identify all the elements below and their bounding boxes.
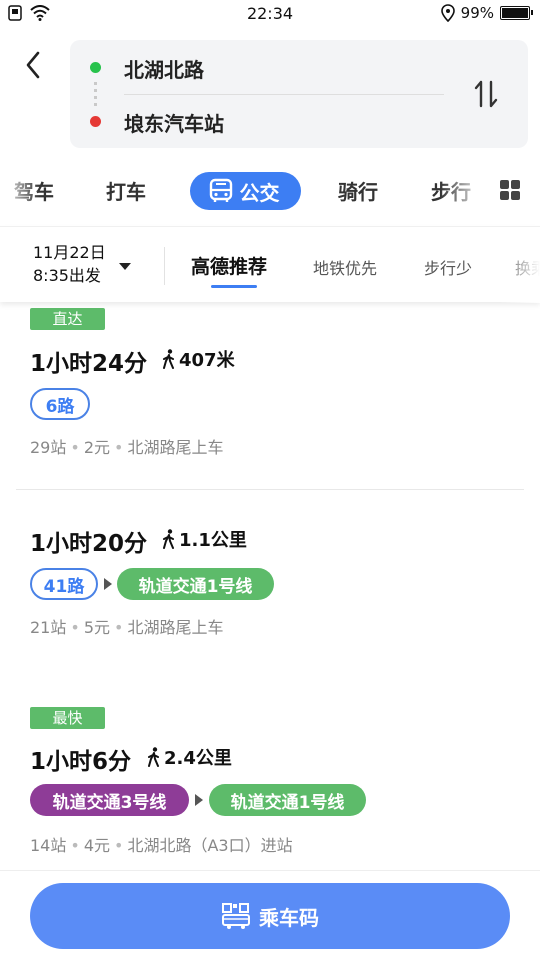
transfer-arrow-icon xyxy=(104,578,112,590)
filter-bar: 11月22日 8:35出发 高德推荐 地铁优先 步行少 换乘 xyxy=(0,226,540,303)
bottom-bar: 乘车码 xyxy=(0,870,540,960)
destination-dot xyxy=(90,116,101,127)
filter-tab-transfer[interactable]: 换乘 xyxy=(515,255,540,279)
route-board: 北湖路尾上车 xyxy=(127,618,224,637)
destination-field[interactable]: 埌东汽车站 xyxy=(124,108,224,137)
caret-down-icon xyxy=(119,263,131,270)
route-duration: 1小时20分 xyxy=(30,531,148,557)
back-icon[interactable] xyxy=(20,48,48,82)
location-icon xyxy=(440,4,455,22)
route-card-1[interactable]: 直达 1小时24分 407米 6路 29站 • 2元 • 北湖路尾上车 xyxy=(0,306,540,486)
travel-mode-tabs: 驾车 打车 公交 骑行 步行 xyxy=(0,166,540,216)
filter-tab-recommended[interactable]: 高德推荐 xyxy=(191,252,267,279)
origin-dot xyxy=(90,62,101,73)
battery-level xyxy=(502,8,528,18)
route-duration: 1小时6分 xyxy=(30,749,132,775)
active-tab-underline xyxy=(211,285,257,288)
battery-percent: 99% xyxy=(460,4,494,22)
walk-distance: 1.1公里 xyxy=(179,530,247,551)
route-connector xyxy=(94,82,97,106)
status-right: 99% xyxy=(440,4,533,22)
departure-time-picker[interactable]: 11月22日 8:35出发 xyxy=(33,241,106,287)
departure-date: 11月22日 xyxy=(33,243,106,262)
tab-bus[interactable]: 公交 xyxy=(190,172,301,210)
route-tag: 最快 xyxy=(30,707,105,729)
route-divider-line xyxy=(16,489,524,490)
origin-field[interactable]: 北湖北路 xyxy=(124,54,204,83)
route-tag: 直达 xyxy=(30,308,105,330)
grid-icon[interactable] xyxy=(500,180,520,200)
route-stops: 14站 xyxy=(30,836,67,855)
route-stops: 21站 xyxy=(30,618,67,637)
route-card-2[interactable]: 1小时20分 1.1公里 41路 轨道交通1号线 21站 • 5元 • 北湖路尾上车 xyxy=(0,500,540,670)
metro-line-badge: 轨道交通3号线 xyxy=(30,784,189,816)
route-price: 2元 xyxy=(83,438,110,457)
route-meta: 29站 • 2元 • 北湖路尾上车 xyxy=(30,438,224,457)
walk-icon xyxy=(163,529,174,549)
tab-bus-label: 公交 xyxy=(239,180,280,205)
ride-code-label: 乘车码 xyxy=(259,905,319,930)
route-walk: 407米 xyxy=(162,346,235,372)
route-board: 北湖路尾上车 xyxy=(127,438,224,457)
bus-line-badge: 41路 xyxy=(30,568,98,600)
tab-walk[interactable]: 步行 xyxy=(431,176,471,205)
route-input-box: 北湖北路 埌东汽车站 xyxy=(70,40,528,148)
route-divider xyxy=(124,94,444,95)
route-meta: 21站 • 5元 • 北湖路尾上车 xyxy=(30,618,224,637)
filter-tab-subway-first[interactable]: 地铁优先 xyxy=(313,255,377,279)
route-meta: 14站 • 4元 • 北湖北路（A3口）进站 xyxy=(30,836,293,855)
walk-distance: 2.4公里 xyxy=(164,748,232,769)
route-price: 4元 xyxy=(83,836,110,855)
metro-line-badge: 轨道交通1号线 xyxy=(117,568,274,600)
route-stops: 29站 xyxy=(30,438,67,457)
metro-line-badge: 轨道交通1号线 xyxy=(209,784,366,816)
ride-code-button[interactable]: 乘车码 xyxy=(30,883,510,949)
route-price: 5元 xyxy=(83,618,110,637)
bus-icon xyxy=(209,178,232,202)
route-walk: 2.4公里 xyxy=(147,744,232,770)
status-bar: 22:34 99% xyxy=(0,0,540,28)
walk-distance: 407米 xyxy=(179,350,235,371)
route-walk: 1.1公里 xyxy=(162,526,247,552)
battery-icon xyxy=(500,6,533,20)
tab-bike[interactable]: 骑行 xyxy=(338,176,378,205)
route-duration: 1小时24分 xyxy=(30,351,148,377)
tab-drive[interactable]: 驾车 xyxy=(14,176,54,205)
tab-taxi[interactable]: 打车 xyxy=(106,176,146,205)
swap-icon[interactable] xyxy=(472,78,500,110)
route-board: 北湖北路（A3口）进站 xyxy=(127,836,293,855)
departure-time: 8:35出发 xyxy=(33,266,101,285)
filter-separator xyxy=(164,247,165,285)
walk-icon xyxy=(163,349,174,369)
filter-tab-less-walking[interactable]: 步行少 xyxy=(424,255,472,279)
transfer-arrow-icon xyxy=(195,794,203,806)
bus-line-badge: 6路 xyxy=(30,388,90,420)
qr-code-icon xyxy=(222,903,250,929)
walk-icon xyxy=(148,747,159,767)
route-card-3[interactable]: 最快 1小时6分 2.4公里 轨道交通3号线 轨道交通1号线 14站 • 4元 • 北湖… xyxy=(0,704,540,864)
